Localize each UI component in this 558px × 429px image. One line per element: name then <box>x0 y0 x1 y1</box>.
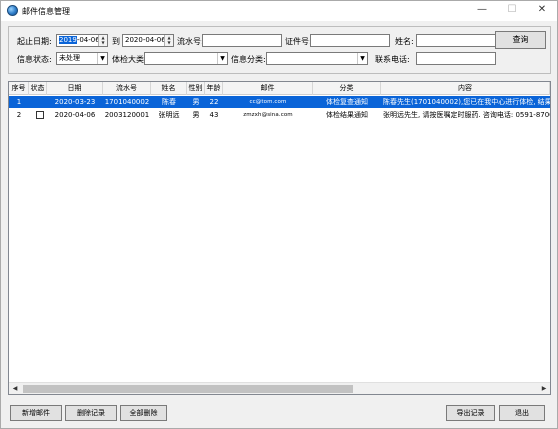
table-row[interactable]: 2 2020-04-06 2003120001 张明远 男 43 zmzxh@s… <box>9 109 550 121</box>
status-selected-value: 未处理 <box>59 54 80 62</box>
status-select[interactable]: 未处理 ▼ <box>56 52 108 65</box>
col-header-status[interactable]: 状态 <box>29 82 47 95</box>
id-number-label: 证件号: <box>285 37 312 46</box>
cell-email: cc@tom.com <box>249 99 287 105</box>
horizontal-scrollbar[interactable]: ◀ ▶ <box>9 382 550 394</box>
table-header: 序号 状态 日期 流水号 姓名 性别 年龄 邮件 分类 内容 <box>9 82 550 95</box>
cell-serial: 2003120001 <box>104 111 150 119</box>
mail-records-table: 序号 状态 日期 流水号 姓名 性别 年龄 邮件 分类 内容 1 2020-03… <box>8 81 551 395</box>
start-date-rest: -04-06 <box>76 36 100 44</box>
exam-category-select[interactable]: ▼ <box>144 52 228 65</box>
cell-status <box>29 109 47 121</box>
cell-serial: 1701040002 <box>104 98 150 106</box>
cell-content: 陈春先生(1701040002),您已在我中心进行体检, 结果显示 <box>383 98 550 106</box>
cell-name: 陈春 <box>162 98 176 106</box>
chevron-down-icon[interactable]: ▼ <box>357 53 367 64</box>
cell-status <box>29 96 47 108</box>
minimize-button[interactable]: — <box>467 1 497 21</box>
col-header-date[interactable]: 日期 <box>47 82 103 95</box>
cell-index: 1 <box>16 98 22 106</box>
col-header-category[interactable]: 分类 <box>313 82 381 95</box>
chevron-down-icon[interactable]: ▼ <box>217 53 227 64</box>
serial-label: 流水号: <box>177 37 204 46</box>
start-date-picker[interactable]: 2019-04-06 ▲ ▼ <box>56 34 108 47</box>
end-date-value: 2020-04-06 <box>125 36 166 44</box>
info-category-label: 信息分类: <box>231 55 266 64</box>
serial-input[interactable] <box>202 34 282 47</box>
col-header-age[interactable]: 年龄 <box>205 82 223 95</box>
cell-content: 张明远先生, 请按医嘱定时服药. 咨询电话: 0591-8706568 <box>383 111 550 119</box>
name-label: 姓名: <box>395 37 414 46</box>
query-button[interactable]: 查询 <box>495 31 546 49</box>
title-bar: 邮件信息管理 — ☐ ✕ <box>1 1 557 21</box>
phone-label: 联系电话: <box>375 55 410 64</box>
scroll-right-icon[interactable]: ▶ <box>538 383 550 394</box>
start-date-label: 起止日期: <box>17 37 52 46</box>
cell-category: 体检结果通知 <box>326 111 368 119</box>
exit-button[interactable]: 退出 <box>499 405 545 421</box>
cell-email: zmzxh@sina.com <box>243 112 293 118</box>
col-header-content[interactable]: 内容 <box>381 82 550 95</box>
filter-panel: 起止日期: 2019-04-06 ▲ ▼ 到 2020-04-06 ▲ ▼ 流水号:… <box>8 26 551 74</box>
cell-gender: 男 <box>192 111 200 119</box>
status-checkbox[interactable] <box>36 111 44 119</box>
window-title: 邮件信息管理 <box>22 7 70 16</box>
col-header-serial[interactable]: 流水号 <box>103 82 151 95</box>
cell-date: 2020-04-06 <box>54 111 96 119</box>
cell-age: 22 <box>209 98 219 106</box>
start-date-year-selected: 2019 <box>59 36 77 44</box>
info-category-select[interactable]: ▼ <box>266 52 368 65</box>
cell-category: 体检复查通知 <box>326 98 368 106</box>
scrollbar-thumb[interactable] <box>23 385 353 393</box>
maximize-button[interactable]: ☐ <box>497 1 527 21</box>
col-header-index[interactable]: 序号 <box>9 82 29 95</box>
phone-input[interactable] <box>416 52 496 65</box>
cell-name: 张明远 <box>158 111 180 119</box>
delete-record-button[interactable]: 删除记录 <box>65 405 117 421</box>
exam-category-label: 体检大类: <box>112 55 147 64</box>
chevron-down-icon[interactable]: ▼ <box>97 53 107 64</box>
add-mail-button[interactable]: 新增邮件 <box>10 405 62 421</box>
delete-all-button[interactable]: 全部删除 <box>120 405 167 421</box>
end-date-spinner[interactable]: ▲ ▼ <box>164 35 173 46</box>
start-date-spinner[interactable]: ▲ ▼ <box>98 35 107 46</box>
mail-info-window: 邮件信息管理 — ☐ ✕ 起止日期: 2019-04-06 ▲ ▼ 到 2020-… <box>0 0 558 429</box>
cell-gender: 男 <box>192 98 200 106</box>
col-header-name[interactable]: 姓名 <box>151 82 187 95</box>
col-header-gender[interactable]: 性别 <box>187 82 205 95</box>
end-date-picker[interactable]: 2020-04-06 ▲ ▼ <box>122 34 174 47</box>
cell-index: 2 <box>16 111 22 119</box>
export-record-button[interactable]: 导出记录 <box>446 405 495 421</box>
cell-date: 2020-03-23 <box>54 98 96 106</box>
col-header-email[interactable]: 邮件 <box>223 82 313 95</box>
cell-age: 43 <box>209 111 219 119</box>
spin-down-icon[interactable]: ▼ <box>99 40 107 45</box>
app-globe-icon <box>7 5 18 16</box>
status-label: 信息状态: <box>17 55 52 64</box>
table-row[interactable]: 1 2020-03-23 1701040002 陈春 男 22 cc@tom.c… <box>9 96 550 108</box>
spin-down-icon[interactable]: ▼ <box>165 40 173 45</box>
to-label: 到 <box>112 37 120 46</box>
scroll-left-icon[interactable]: ◀ <box>9 383 21 394</box>
id-number-input[interactable] <box>310 34 390 47</box>
close-button[interactable]: ✕ <box>527 1 557 21</box>
name-input[interactable] <box>416 34 496 47</box>
